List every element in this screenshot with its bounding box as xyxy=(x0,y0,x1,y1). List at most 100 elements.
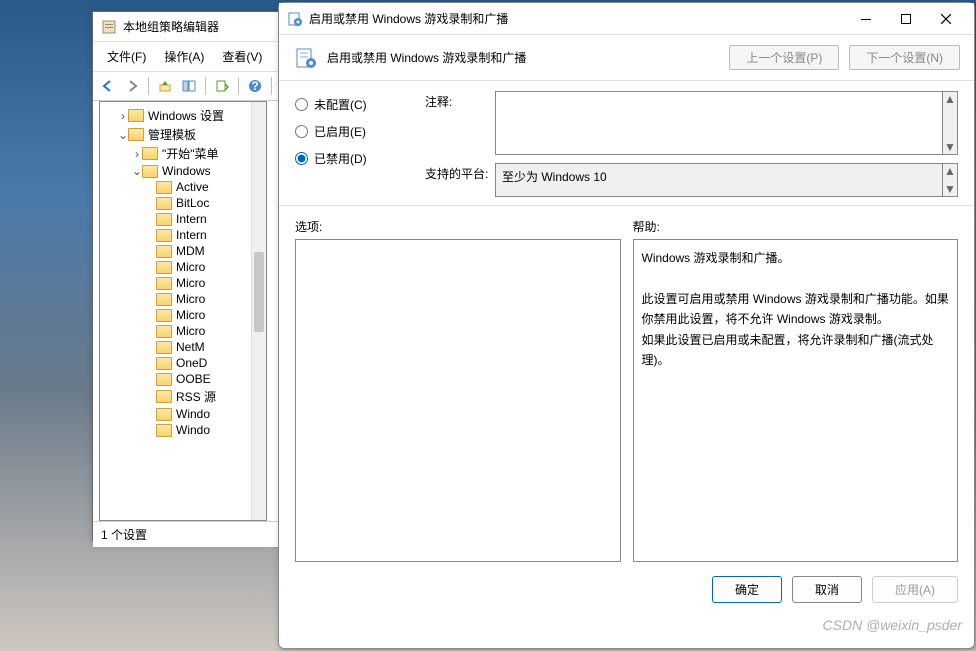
arrow-down-icon: ▼ xyxy=(944,182,956,196)
platform-value: 至少为 Windows 10 xyxy=(495,163,943,197)
options-label: 选项: xyxy=(295,218,621,235)
maximize-button[interactable] xyxy=(886,5,926,33)
tree-item-label: 管理模板 xyxy=(148,126,196,143)
folder-icon xyxy=(156,424,172,437)
tree-item[interactable]: Active xyxy=(104,179,264,195)
tree-item[interactable]: NetM xyxy=(104,339,264,355)
comment-textarea[interactable] xyxy=(495,91,943,155)
folder-icon xyxy=(128,128,144,141)
scrollbar-thumb[interactable] xyxy=(254,252,264,332)
apply-button[interactable]: 应用(A) xyxy=(872,576,958,603)
folder-icon xyxy=(156,373,172,386)
tree-item-label: Micro xyxy=(176,260,205,274)
comment-label: 注释: xyxy=(425,91,495,155)
tree-item[interactable]: Intern xyxy=(104,227,264,243)
expand-icon[interactable]: ⌄ xyxy=(132,164,142,178)
tree-item[interactable]: OOBE xyxy=(104,371,264,387)
folder-icon xyxy=(156,229,172,242)
dlg-titlebar[interactable]: 启用或禁用 Windows 游戏录制和广播 xyxy=(279,3,974,35)
help-pane: Windows 游戏录制和广播。此设置可启用或禁用 Windows 游戏录制和广… xyxy=(633,239,959,562)
folder-icon xyxy=(142,147,158,160)
tree-item[interactable]: Micro xyxy=(104,259,264,275)
tree-item[interactable]: Micro xyxy=(104,291,264,307)
options-pane xyxy=(295,239,621,562)
tree-item[interactable]: MDM xyxy=(104,243,264,259)
arrow-up-icon: ▲ xyxy=(944,92,956,106)
divider xyxy=(279,205,974,206)
radio-label: 已启用(E) xyxy=(314,123,366,140)
tree-item-label: Micro xyxy=(176,308,205,322)
policy-big-icon xyxy=(295,47,317,69)
platform-label: 支持的平台: xyxy=(425,163,495,197)
arrow-down-icon: ▼ xyxy=(944,140,956,154)
tree-item[interactable]: Micro xyxy=(104,323,264,339)
folder-icon xyxy=(156,213,172,226)
tree-item-label: OOBE xyxy=(176,372,211,386)
menu-action[interactable]: 操作(A) xyxy=(156,45,212,68)
cancel-button[interactable]: 取消 xyxy=(792,576,862,603)
toolbar-separator xyxy=(238,77,239,95)
menu-file[interactable]: 文件(F) xyxy=(99,45,154,68)
ok-button[interactable]: 确定 xyxy=(712,576,782,603)
tree-scrollbar[interactable] xyxy=(251,102,266,520)
tree-item-label: Micro xyxy=(176,292,205,306)
tree-item[interactable]: Micro xyxy=(104,307,264,323)
tree-item-label: Windows xyxy=(162,164,211,178)
comment-scrollbar[interactable]: ▲▼ xyxy=(943,91,958,155)
tree-item[interactable]: OneD xyxy=(104,355,264,371)
tree-item-label: MDM xyxy=(176,244,205,258)
tree-item-label: Windo xyxy=(176,423,210,437)
radio-disabled[interactable]: 已禁用(D) xyxy=(295,145,415,172)
radio-enabled[interactable]: 已启用(E) xyxy=(295,118,415,145)
tree-item[interactable]: RSS 源 xyxy=(104,387,264,406)
minimize-button[interactable] xyxy=(846,5,886,33)
folder-icon xyxy=(142,165,158,178)
tree-item-label: Intern xyxy=(176,228,207,242)
next-setting-button[interactable]: 下一个设置(N) xyxy=(849,45,960,70)
tree-item[interactable]: ›Windows 设置 xyxy=(104,106,264,125)
back-button[interactable] xyxy=(97,75,119,97)
tree-item-label: OneD xyxy=(176,356,207,370)
help-label: 帮助: xyxy=(633,218,959,235)
dlg-footer: 确定 取消 应用(A) xyxy=(279,562,974,617)
platform-scrollbar[interactable]: ▲▼ xyxy=(943,163,958,197)
tree-item[interactable]: Windo xyxy=(104,422,264,438)
expand-icon[interactable]: ⌄ xyxy=(118,128,128,142)
dlg-header: 启用或禁用 Windows 游戏录制和广播 上一个设置(P) 下一个设置(N) xyxy=(279,35,974,80)
folder-icon xyxy=(156,277,172,290)
forward-button[interactable] xyxy=(121,75,143,97)
tree-item-label: Micro xyxy=(176,324,205,338)
help-button[interactable]: ? xyxy=(244,75,266,97)
radio-label: 已禁用(D) xyxy=(314,150,367,167)
prev-setting-button[interactable]: 上一个设置(P) xyxy=(729,45,839,70)
divider xyxy=(279,80,974,81)
up-button[interactable] xyxy=(154,75,176,97)
tree-item[interactable]: Intern xyxy=(104,211,264,227)
tree-item-label: "开始"菜单 xyxy=(162,145,219,162)
folder-icon xyxy=(156,357,172,370)
export-button[interactable] xyxy=(211,75,233,97)
folder-icon xyxy=(156,325,172,338)
tree-item[interactable]: Micro xyxy=(104,275,264,291)
policy-setting-dialog: 启用或禁用 Windows 游戏录制和广播 启用或禁用 Windows 游戏录制… xyxy=(278,2,975,649)
tree-item-label: Active xyxy=(176,180,209,194)
folder-icon xyxy=(156,261,172,274)
folder-icon xyxy=(156,181,172,194)
folder-icon xyxy=(156,245,172,258)
radio-not-configured[interactable]: 未配置(C) xyxy=(295,91,415,118)
expand-icon[interactable]: › xyxy=(132,147,142,161)
show-hide-tree-button[interactable] xyxy=(178,75,200,97)
toolbar-separator xyxy=(271,77,272,95)
tree-item[interactable]: ⌄ 管理模板 xyxy=(104,125,264,144)
tree-item[interactable]: ⌄ Windows xyxy=(104,163,264,179)
gp-app-icon xyxy=(101,19,117,35)
close-button[interactable] xyxy=(926,5,966,33)
tree-item[interactable]: BitLoc xyxy=(104,195,264,211)
expand-icon[interactable]: › xyxy=(118,109,128,123)
dlg-title-text: 启用或禁用 Windows 游戏录制和广播 xyxy=(309,10,846,27)
menu-view[interactable]: 查看(V) xyxy=(214,45,270,68)
tree-item[interactable]: › "开始"菜单 xyxy=(104,144,264,163)
state-radio-group: 未配置(C) 已启用(E) 已禁用(D) xyxy=(295,91,415,205)
tree-item-label: NetM xyxy=(176,340,205,354)
tree-item[interactable]: Windo xyxy=(104,406,264,422)
